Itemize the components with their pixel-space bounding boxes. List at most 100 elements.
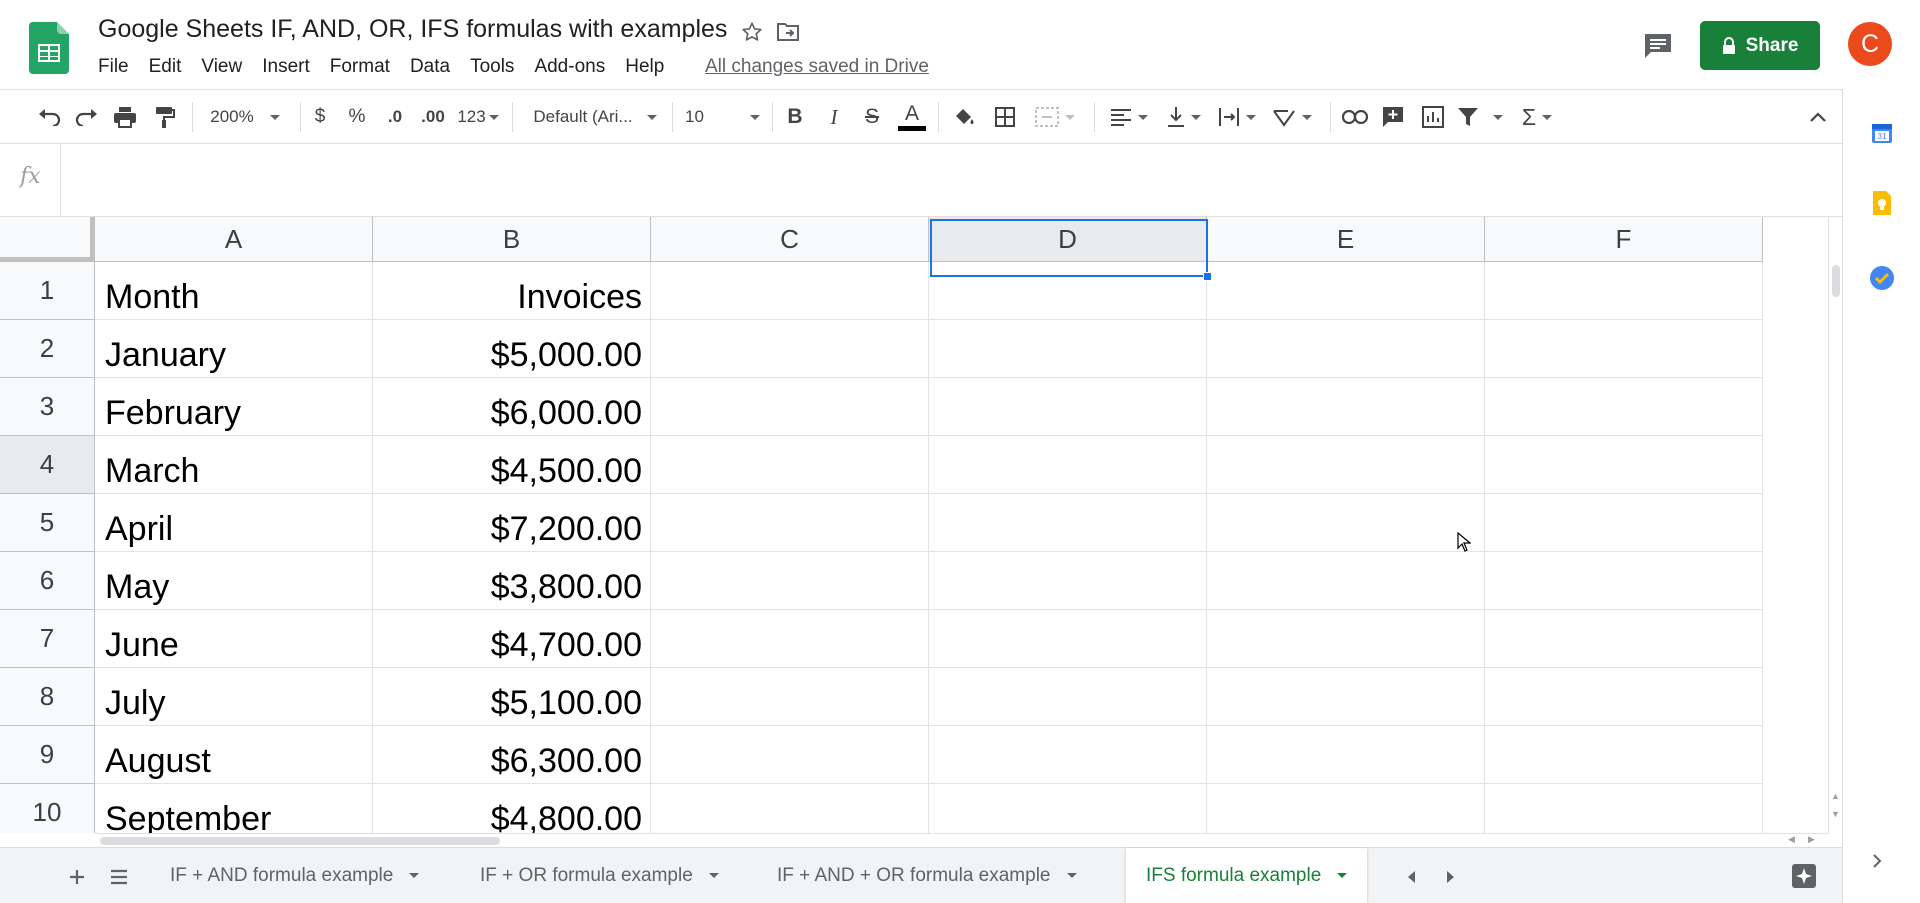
- save-status-link[interactable]: All changes saved in Drive: [705, 56, 929, 78]
- fill-color-icon[interactable]: [950, 102, 980, 132]
- column-header-e[interactable]: E: [1207, 217, 1485, 262]
- cell-c10[interactable]: [651, 784, 929, 833]
- menu-insert[interactable]: Insert: [262, 56, 320, 78]
- cell-a6[interactable]: May: [95, 552, 373, 610]
- insert-link-icon[interactable]: [1340, 102, 1370, 132]
- sheet-tab-menu-icon[interactable]: [1066, 873, 1077, 878]
- user-avatar[interactable]: C: [1848, 22, 1892, 66]
- cell-a9[interactable]: August: [95, 726, 373, 784]
- spreadsheet-grid[interactable]: A B C D E F 1 Month Invoices 2 January $5,000.00 3 Fe…: [0, 217, 1828, 833]
- cell-c3[interactable]: [651, 378, 929, 436]
- scroll-down-arrow-icon[interactable]: ▼: [1831, 809, 1840, 819]
- all-sheets-button[interactable]: [104, 862, 134, 892]
- expand-side-panel-icon[interactable]: [1871, 853, 1883, 874]
- horizontal-align-icon[interactable]: [1105, 102, 1153, 132]
- text-color-button[interactable]: A: [898, 102, 926, 132]
- cell-b4[interactable]: $4,500.00: [373, 436, 651, 494]
- text-wrap-icon[interactable]: [1215, 102, 1259, 132]
- cell-b7[interactable]: $4,700.00: [373, 610, 651, 668]
- cell-b10[interactable]: $4,800.00: [373, 784, 651, 833]
- cell-d5[interactable]: [929, 494, 1207, 552]
- sheets-logo-icon[interactable]: [29, 22, 69, 74]
- row-header-10[interactable]: 10: [0, 784, 95, 833]
- cell-c8[interactable]: [651, 668, 929, 726]
- cell-a5[interactable]: April: [95, 494, 373, 552]
- scroll-left-arrow-icon[interactable]: ◀: [1788, 834, 1795, 845]
- cell-d4[interactable]: [929, 436, 1207, 494]
- cell-b8[interactable]: $5,100.00: [373, 668, 651, 726]
- font-select[interactable]: Default (Ari...: [530, 102, 660, 132]
- cell-a10[interactable]: September: [95, 784, 373, 833]
- sheet-tab-3[interactable]: IF + AND + OR formula example: [757, 848, 1097, 903]
- cell-f5[interactable]: [1485, 494, 1763, 552]
- cell-a7[interactable]: June: [95, 610, 373, 668]
- cell-f3[interactable]: [1485, 378, 1763, 436]
- scroll-tabs-left-icon[interactable]: [1396, 862, 1426, 892]
- italic-button[interactable]: I: [822, 102, 846, 132]
- cell-c2[interactable]: [651, 320, 929, 378]
- cell-b3[interactable]: $6,000.00: [373, 378, 651, 436]
- cell-e1[interactable]: [1207, 262, 1485, 320]
- sheet-tab-menu-icon[interactable]: [409, 873, 420, 878]
- merge-cells-icon[interactable]: [1030, 102, 1080, 132]
- cell-a4[interactable]: March: [95, 436, 373, 494]
- cell-f2[interactable]: [1485, 320, 1763, 378]
- cell-c9[interactable]: [651, 726, 929, 784]
- format-percent-button[interactable]: %: [345, 102, 369, 132]
- menu-help[interactable]: Help: [625, 56, 674, 78]
- cell-e10[interactable]: [1207, 784, 1485, 833]
- row-header-2[interactable]: 2: [0, 320, 95, 378]
- tasks-icon[interactable]: [1868, 264, 1896, 292]
- cell-c7[interactable]: [651, 610, 929, 668]
- column-header-f[interactable]: F: [1485, 217, 1763, 262]
- column-header-c[interactable]: C: [651, 217, 929, 262]
- bold-button[interactable]: B: [783, 102, 807, 132]
- row-header-4[interactable]: 4: [0, 436, 95, 494]
- column-header-d[interactable]: D: [929, 217, 1207, 262]
- cell-f1[interactable]: [1485, 262, 1763, 320]
- cell-d6[interactable]: [929, 552, 1207, 610]
- decrease-decimal-button[interactable]: .0: [380, 102, 410, 132]
- comments-icon[interactable]: [1640, 28, 1676, 64]
- cell-f4[interactable]: [1485, 436, 1763, 494]
- sheet-tab-menu-icon[interactable]: [1337, 873, 1348, 878]
- functions-button[interactable]: Σ: [1515, 102, 1559, 132]
- cell-f8[interactable]: [1485, 668, 1763, 726]
- cell-a1[interactable]: Month: [95, 262, 373, 320]
- cell-f9[interactable]: [1485, 726, 1763, 784]
- scroll-up-arrow-icon[interactable]: ▲: [1831, 791, 1840, 801]
- cell-d7[interactable]: [929, 610, 1207, 668]
- cell-e2[interactable]: [1207, 320, 1485, 378]
- insert-comment-icon[interactable]: [1378, 102, 1408, 132]
- horizontal-scroll-thumb[interactable]: [100, 837, 500, 845]
- cell-b6[interactable]: $3,800.00: [373, 552, 651, 610]
- cell-e8[interactable]: [1207, 668, 1485, 726]
- explore-icon[interactable]: [1786, 858, 1822, 894]
- cell-d2[interactable]: [929, 320, 1207, 378]
- share-button[interactable]: Share: [1700, 21, 1820, 70]
- scroll-right-arrow-icon[interactable]: ▶: [1808, 834, 1815, 845]
- cell-f6[interactable]: [1485, 552, 1763, 610]
- sheet-tab-2[interactable]: IF + OR formula example: [460, 848, 739, 903]
- print-icon[interactable]: [110, 102, 140, 132]
- sheet-tab-1[interactable]: IF + AND formula example: [150, 848, 439, 903]
- cell-e9[interactable]: [1207, 726, 1485, 784]
- cell-b5[interactable]: $7,200.00: [373, 494, 651, 552]
- row-header-7[interactable]: 7: [0, 610, 95, 668]
- row-header-5[interactable]: 5: [0, 494, 95, 552]
- cell-c4[interactable]: [651, 436, 929, 494]
- increase-decimal-button[interactable]: .00: [416, 102, 450, 132]
- format-currency-button[interactable]: $: [308, 102, 332, 132]
- menu-addons[interactable]: Add-ons: [534, 56, 615, 78]
- cell-a3[interactable]: February: [95, 378, 373, 436]
- select-all-corner[interactable]: [0, 217, 95, 262]
- menu-format[interactable]: Format: [330, 56, 400, 78]
- strikethrough-button[interactable]: S: [860, 102, 884, 132]
- cell-f7[interactable]: [1485, 610, 1763, 668]
- cell-a2[interactable]: January: [95, 320, 373, 378]
- scroll-tabs-right-icon[interactable]: [1436, 862, 1466, 892]
- cell-c6[interactable]: [651, 552, 929, 610]
- formula-input[interactable]: [62, 144, 1832, 217]
- insert-chart-icon[interactable]: [1418, 102, 1448, 132]
- sheet-tab-4[interactable]: IFS formula example: [1126, 848, 1368, 903]
